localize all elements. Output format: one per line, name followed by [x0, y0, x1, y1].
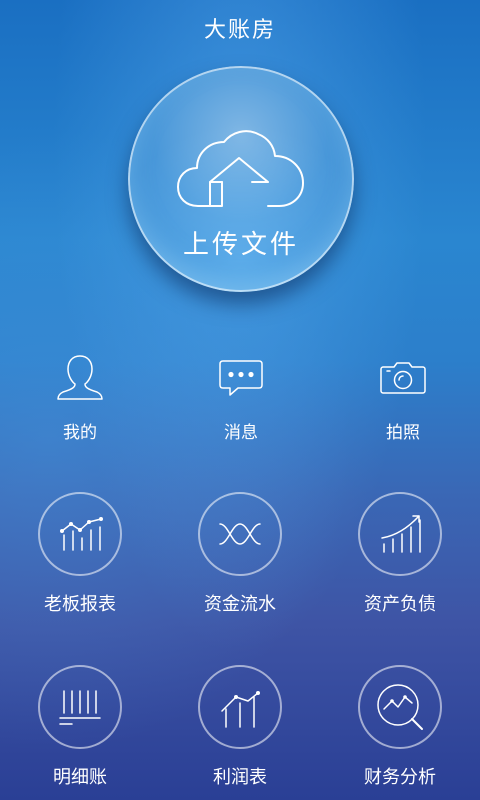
page-title: 大账房: [203, 18, 276, 43]
message-icon: [219, 360, 263, 396]
quick-label-camera: 拍照: [386, 423, 420, 443]
grid-label-financial-analysis: 财务分析: [364, 767, 436, 788]
grid-item-detail-ledger[interactable]: 明细账: [0, 665, 160, 789]
cash-flow-circle: [198, 492, 282, 576]
quick-item-camera[interactable]: 拍照: [343, 352, 463, 443]
grid-item-boss-report[interactable]: 老板报表: [0, 492, 160, 616]
camera-icon: [380, 362, 426, 394]
line-bar-chart-icon: [60, 517, 103, 551]
magnifier-chart-icon: [377, 684, 423, 730]
grid-item-financial-analysis[interactable]: 财务分析: [320, 665, 480, 789]
detail-ledger-circle: [38, 665, 122, 749]
growth-chart-icon: [381, 515, 421, 553]
grid-label-cash-flow: 资金流水: [204, 594, 276, 615]
financial-analysis-circle: [358, 665, 442, 749]
quick-label-mine: 我的: [63, 423, 97, 443]
grid-label-balance-sheet: 资产负债: [364, 594, 436, 615]
grid-label-detail-ledger: 明细账: [53, 767, 107, 788]
cloud-upload-icon: [177, 130, 304, 207]
boss-report-circle: [38, 492, 122, 576]
grid-label-boss-report: 老板报表: [44, 594, 116, 615]
grid-label-income-statement: 利润表: [213, 767, 267, 788]
grid-item-cash-flow[interactable]: 资金流水: [160, 492, 320, 616]
grid-item-income-statement[interactable]: 利润表: [160, 665, 320, 789]
wave-flow-icon: [219, 523, 261, 545]
grid-item-balance-sheet[interactable]: 资产负债: [320, 492, 480, 616]
user-icon: [57, 355, 103, 400]
ledger-lines-icon: [59, 690, 101, 725]
upload-file-button[interactable]: 上传文件: [128, 66, 354, 292]
quick-item-messages[interactable]: 消息: [181, 352, 301, 443]
balance-sheet-circle: [358, 492, 442, 576]
income-statement-circle: [198, 665, 282, 749]
upload-file-label: 上传文件: [182, 230, 299, 260]
quick-label-messages: 消息: [224, 423, 258, 443]
quick-actions: 我的 消息 拍照: [0, 352, 480, 452]
app-screen: 大账房 上传文件 我的 消息 拍照 老板报表 资金流水 资产负债 明细账 利润表…: [0, 0, 480, 800]
quick-item-mine[interactable]: 我的: [20, 352, 140, 443]
profit-chart-icon: [221, 691, 260, 728]
